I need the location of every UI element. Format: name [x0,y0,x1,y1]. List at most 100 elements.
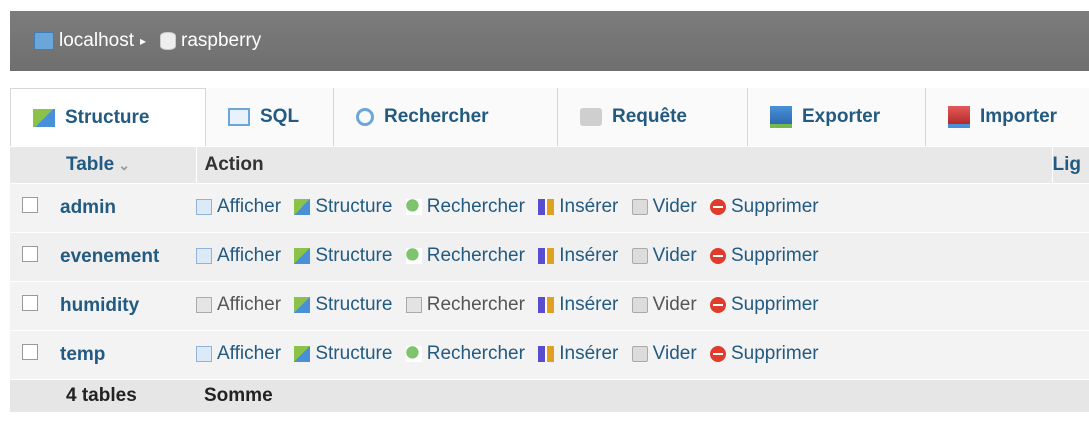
tab-label: Importer [980,106,1058,127]
row-checkbox[interactable] [22,295,38,311]
tables-list: Table ⌄ Action Lig admin Afficher Structu… [10,147,1089,413]
drop-label[interactable]: Supprimer [731,196,819,218]
drop-label[interactable]: Supprimer [731,245,819,267]
insert-action[interactable]: Insérer [538,196,618,218]
rows-cell [1052,281,1089,331]
search-action: Rechercher [405,293,525,316]
tab-structure[interactable]: Structure [10,88,206,146]
structure-action[interactable]: Structure [294,294,392,316]
table-name-link[interactable]: temp [60,330,196,380]
structure-label[interactable]: Structure [315,245,392,267]
structure-action[interactable]: Structure [294,196,392,218]
empty-label[interactable]: Vider [653,343,697,365]
table-name-link[interactable]: admin [60,183,196,233]
browse-icon [196,247,212,264]
browse-label[interactable]: Afficher [217,196,281,218]
empty-action[interactable]: Vider [631,343,697,365]
header-action: Action [195,147,1052,184]
browse-label[interactable]: Afficher [217,343,281,365]
insert-label[interactable]: Insérer [559,245,618,267]
empty-icon [631,296,648,313]
search-icon [405,198,422,215]
drop-action[interactable]: Supprimer [709,196,819,218]
search-action[interactable]: Rechercher [405,245,525,267]
header-table[interactable]: Table ⌄ [60,147,196,184]
structure-label[interactable]: Structure [315,196,392,218]
tab-sql[interactable]: SQL [206,88,334,146]
tab-import[interactable]: Importer [926,88,1089,146]
search-label[interactable]: Rechercher [427,343,525,365]
tab-query[interactable]: Requête [558,88,748,146]
empty-label: Vider [652,293,697,315]
empty-icon [631,198,648,215]
browse-action[interactable]: Afficher [196,343,281,365]
insert-icon [538,345,555,362]
tab-label: Rechercher [384,106,489,127]
query-icon [580,108,602,126]
structure-icon [294,247,311,264]
breadcrumb-server-label[interactable]: localhost [59,30,134,52]
insert-icon [538,247,555,264]
insert-action[interactable]: Insérer [538,294,618,316]
browse-action[interactable]: Afficher [196,196,281,218]
browse-label[interactable]: Afficher [217,245,281,267]
row-actions: Afficher Structure Rechercher Insérer Vi… [196,281,1052,331]
row-actions: Afficher Structure Rechercher Insérer Vi… [196,330,1052,380]
insert-label[interactable]: Insérer [559,294,618,316]
header-table-label[interactable]: Table [66,154,114,175]
tab-search[interactable]: Rechercher [334,88,558,146]
structure-action[interactable]: Structure [294,245,392,267]
drop-action[interactable]: Supprimer [709,343,819,365]
empty-label[interactable]: Vider [653,196,697,218]
row-checkbox[interactable] [22,246,38,262]
export-icon [770,106,792,128]
tab-bar: Structure SQL Rechercher Requête Exporte… [10,88,1089,146]
empty-action[interactable]: Vider [631,196,697,218]
search-label[interactable]: Rechercher [427,196,525,218]
structure-icon [33,108,55,127]
row-checkbox[interactable] [22,197,38,213]
drop-action[interactable]: Supprimer [709,294,819,316]
browse-action[interactable]: Afficher [196,245,281,267]
structure-label[interactable]: Structure [315,294,392,316]
sql-icon [228,108,250,126]
search-action[interactable]: Rechercher [405,196,525,218]
browse-action: Afficher [196,294,281,316]
table-name-link[interactable]: evenement [60,232,196,282]
insert-action[interactable]: Insérer [538,343,618,365]
search-label: Rechercher [426,293,525,315]
drop-icon [709,247,726,264]
row-checkbox[interactable] [22,344,38,360]
breadcrumb-database-label[interactable]: raspberry [181,30,261,52]
insert-label[interactable]: Insérer [559,343,618,365]
rows-cell [1052,183,1089,233]
drop-label[interactable]: Supprimer [731,294,819,316]
sort-icon: ⌄ [118,157,130,173]
insert-label[interactable]: Insérer [559,196,618,218]
drop-action[interactable]: Supprimer [709,245,819,267]
drop-label[interactable]: Supprimer [731,343,819,365]
search-icon [405,296,422,313]
structure-label[interactable]: Structure [315,343,392,365]
breadcrumb-server[interactable]: localhost [34,30,134,52]
search-label[interactable]: Rechercher [427,245,525,267]
insert-action[interactable]: Insérer [538,245,618,267]
drop-icon [709,296,726,313]
browse-label: Afficher [217,293,282,315]
structure-action[interactable]: Structure [294,343,392,365]
breadcrumb: localhost ▸ raspberry [10,11,1089,71]
row-actions: Afficher Structure Rechercher Insérer Vi… [196,183,1052,233]
table-name-link[interactable]: humidity [60,281,196,331]
empty-action: Vider [631,293,697,316]
tab-export[interactable]: Exporter [748,88,926,146]
browse-icon [196,198,212,215]
breadcrumb-database[interactable]: raspberry [160,30,261,52]
tab-label: SQL [260,106,300,127]
empty-label[interactable]: Vider [653,245,697,267]
table-row: temp Afficher Structure Rechercher Insér… [10,330,1089,380]
import-icon [948,106,970,128]
empty-icon [631,345,648,362]
header-rows[interactable]: Lig [1051,147,1089,184]
search-action[interactable]: Rechercher [405,343,525,365]
empty-action[interactable]: Vider [631,245,697,267]
